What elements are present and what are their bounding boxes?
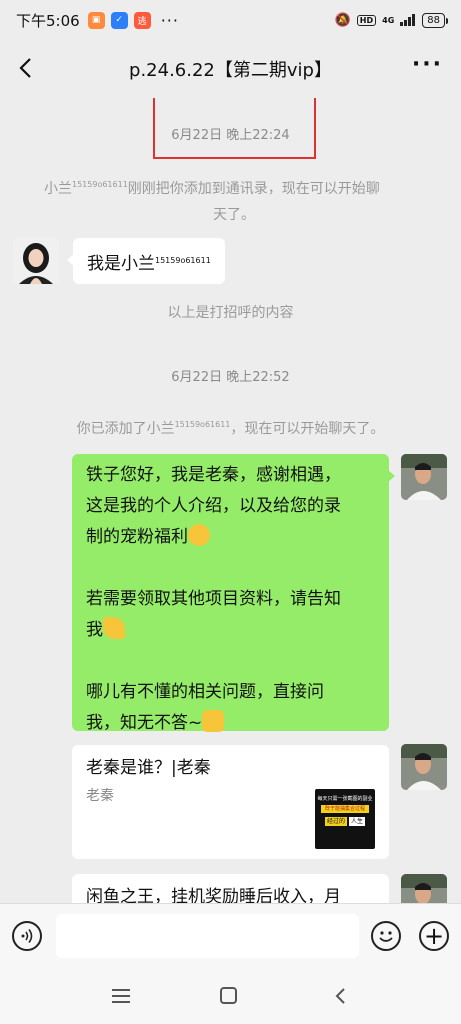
system-message: 以上是打招呼的内容 bbox=[167, 305, 294, 321]
contact-name: 小兰 bbox=[44, 181, 72, 197]
menu-icon[interactable] bbox=[112, 989, 130, 1003]
system-nav-bar bbox=[0, 969, 461, 1024]
system-text: ，现在可以开始聊天了。 bbox=[230, 421, 385, 437]
timestamp: 6月22日 晚上22:24 bbox=[171, 128, 290, 143]
chat-area[interactable]: 6月22日 晚上22:24 小兰15159o61611刚刚把你添加到通讯录，现在… bbox=[0, 98, 461, 903]
avatar-image bbox=[401, 744, 447, 790]
contact-number: 15159o61611 bbox=[174, 420, 231, 429]
system-message: 你已添加了小兰15159o61611，现在可以开始聊天了。 bbox=[0, 412, 461, 442]
thumbnail-text: 既于能抽集合过程 bbox=[321, 805, 369, 813]
message-text: 若需要领取其他项目资料，请告知 bbox=[86, 589, 341, 609]
system-message: 小兰15159o61611刚刚把你添加到通讯录，现在可以开始聊 天了。 bbox=[44, 172, 424, 228]
chat-header: p.24.6.22【第二期vip】 ··· bbox=[0, 40, 461, 98]
smiley-face-icon bbox=[379, 931, 393, 942]
mute-icon: 🔕 bbox=[334, 12, 351, 28]
status-bar: 下午5:06 ▣ ✓ 逃 ··· 🔕 HD 4G 88 bbox=[0, 0, 461, 40]
message-input[interactable] bbox=[56, 914, 359, 958]
more-notifications-icon: ··· bbox=[160, 10, 179, 30]
message-text: 我是小兰 bbox=[87, 254, 155, 274]
system-text: 刚刚把你添加到通讯录，现在可以开始聊 bbox=[127, 181, 380, 197]
voice-wave-icon bbox=[21, 929, 33, 943]
home-icon[interactable] bbox=[220, 987, 237, 1004]
status-time: 下午5:06 bbox=[16, 11, 80, 30]
status-indicators: 🔕 HD 4G 88 bbox=[334, 12, 448, 28]
message-text: 制的宠粉福利 bbox=[86, 527, 188, 547]
link-card[interactable]: 闲鱼之王，挂机奖励睡后收入，月 bbox=[72, 874, 389, 903]
thumbnail-text: 每天只需一张截图的副业 bbox=[317, 796, 373, 802]
battery-icon: 88 bbox=[422, 12, 448, 28]
message-text: 我，知无不答~ bbox=[86, 713, 203, 733]
avatar-image bbox=[13, 238, 59, 284]
notification-app-icon: ▣ bbox=[87, 11, 105, 29]
handshake-emoji-icon bbox=[202, 710, 225, 732]
plus-icon[interactable]: + bbox=[419, 921, 449, 951]
thumbnail-text: 人生 bbox=[349, 817, 366, 826]
avatar[interactable] bbox=[401, 744, 447, 790]
chat-title[interactable]: p.24.6.22【第二期vip】 bbox=[129, 56, 332, 82]
thumbnail-text: 经过的 bbox=[324, 817, 347, 826]
avatar-image bbox=[401, 454, 447, 500]
notification-app-icon: 逃 bbox=[133, 11, 151, 29]
network-label: 4G bbox=[382, 15, 395, 25]
signal-icon bbox=[400, 14, 416, 26]
hd-icon: HD bbox=[356, 14, 377, 26]
chevron-left-icon[interactable] bbox=[14, 56, 38, 80]
more-dots-icon[interactable]: ··· bbox=[412, 54, 443, 76]
contact-number: 15159o61611 bbox=[72, 180, 128, 189]
contact-number: 15159o61611 bbox=[155, 256, 211, 265]
voice-icon[interactable] bbox=[12, 921, 42, 951]
clap-emoji-icon bbox=[103, 617, 125, 639]
card-title: 老秦是谁？|老秦 bbox=[86, 758, 211, 778]
message-text: 哪儿有不懂的相关问题，直接问 bbox=[86, 682, 324, 702]
grin-emoji-icon bbox=[188, 524, 210, 546]
system-text: 你已添加了小兰 bbox=[76, 421, 175, 437]
emoji-icon[interactable] bbox=[371, 921, 401, 951]
notification-app-icon: ✓ bbox=[110, 11, 128, 29]
message-text: 这是我的个人介绍，以及给您的录 bbox=[86, 496, 341, 516]
link-card[interactable]: 老秦是谁？|老秦 老秦 每天只需一张截图的副业 既于能抽集合过程 经过的 人生 bbox=[72, 745, 389, 859]
avatar[interactable] bbox=[401, 454, 447, 500]
card-thumbnail: 每天只需一张截图的副业 既于能抽集合过程 经过的 人生 bbox=[315, 789, 375, 849]
message-bubble[interactable]: 我是小兰15159o61611 bbox=[67, 238, 225, 284]
system-text: 天了。 bbox=[213, 207, 255, 223]
message-text: 我 bbox=[86, 620, 103, 640]
message-text: 铁子您好，我是老秦，感谢相遇， bbox=[86, 465, 341, 485]
avatar[interactable] bbox=[401, 874, 447, 903]
message-bubble[interactable]: 铁子您好，我是老秦，感谢相遇， 这是我的个人介绍，以及给您的录 制的宠粉福利 若… bbox=[72, 454, 395, 733]
back-icon[interactable] bbox=[332, 987, 350, 1005]
input-bar: + bbox=[0, 903, 461, 969]
timestamp: 6月22日 晚上22:52 bbox=[171, 370, 290, 385]
avatar-image bbox=[401, 874, 447, 903]
card-title: 闲鱼之王，挂机奖励睡后收入，月 bbox=[86, 887, 341, 903]
avatar[interactable] bbox=[13, 238, 59, 284]
